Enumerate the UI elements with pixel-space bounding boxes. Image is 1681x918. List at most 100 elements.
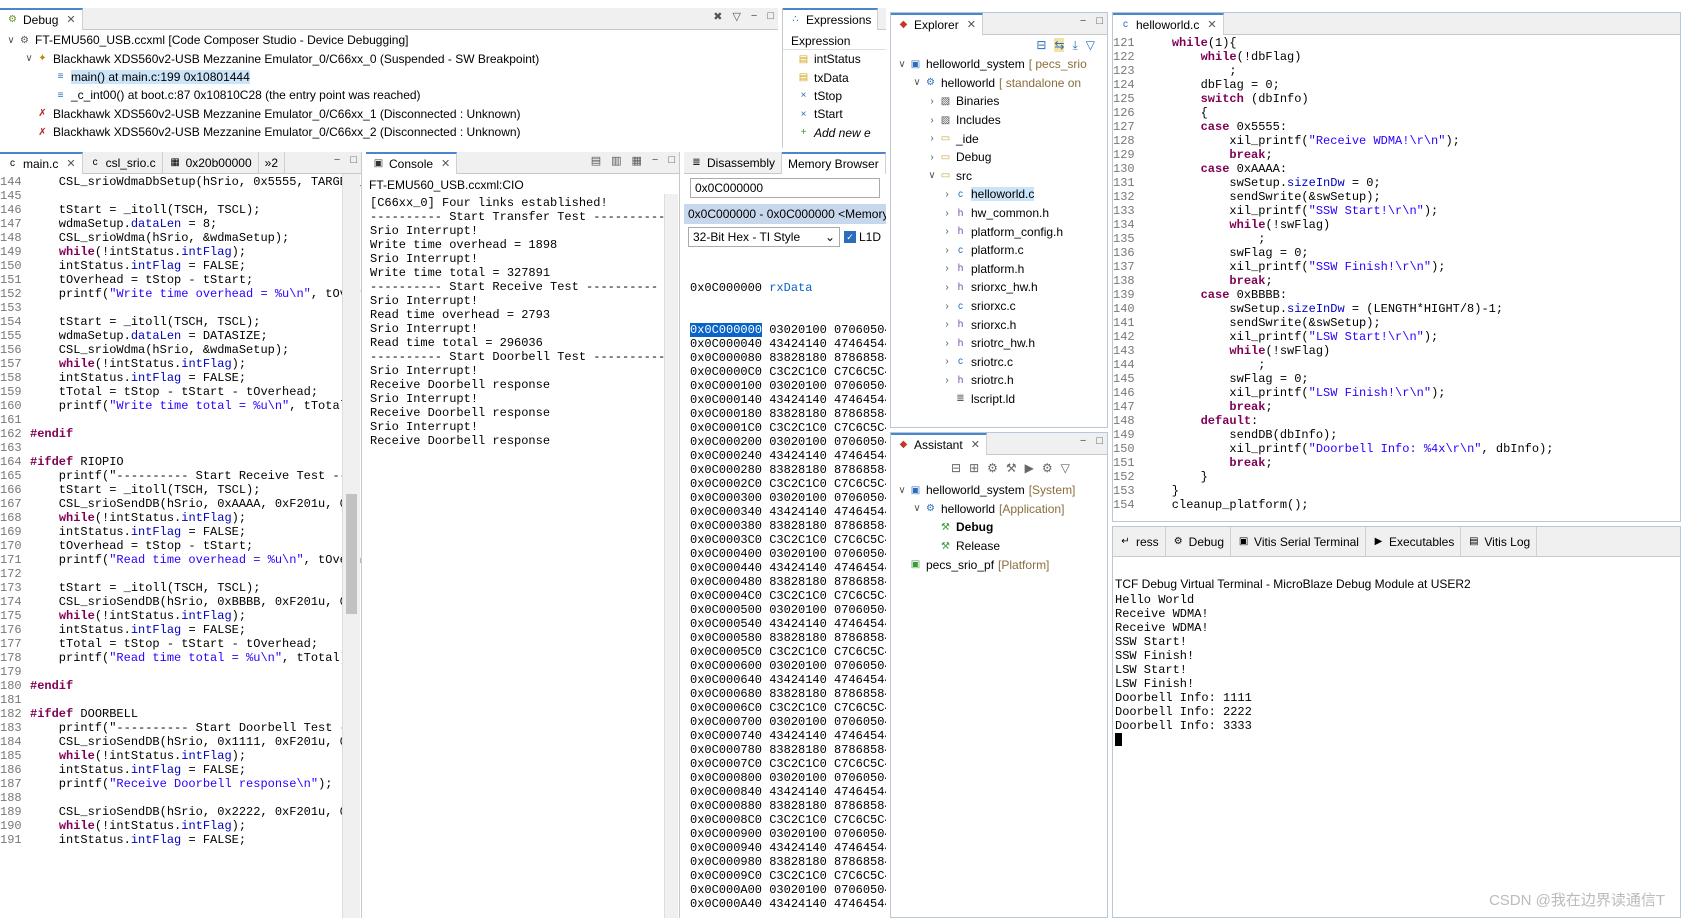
tree-item[interactable]: ∨ ▣ helloworld_system[ pecs_srio xyxy=(891,55,1107,74)
code-line[interactable]: 121 while(1){ xyxy=(1113,36,1680,50)
tree-item[interactable]: › h platform_config.h xyxy=(891,222,1107,241)
memory-row[interactable]: 0x0C000840 43424140 47464544 xyxy=(690,785,886,799)
code-line[interactable]: 156 CSL_srioWdma(hSrio, &wdmaSetup); xyxy=(0,343,361,357)
tree-item[interactable]: › h sriorxc_hw.h xyxy=(891,278,1107,297)
code-line[interactable]: 142 xil_printf("LSW Start!\r\n"); xyxy=(1113,330,1680,344)
code-line[interactable]: 138 break; xyxy=(1113,274,1680,288)
tree-item[interactable]: ∨ ▭ src xyxy=(891,167,1107,186)
chevron-right-icon[interactable]: › xyxy=(940,189,954,200)
editor-tab[interactable]: c csl_srio.c xyxy=(83,152,163,174)
terminal-tab[interactable]: ⚙ Debug xyxy=(1166,527,1232,557)
memory-row[interactable]: 0x0C000600 03020100 07060504 xyxy=(690,659,886,673)
code-line[interactable]: 151 break; xyxy=(1113,456,1680,470)
code-line[interactable]: 146 xil_printf("LSW Finish!\r\n"); xyxy=(1113,386,1680,400)
code-line[interactable]: 188 xyxy=(0,791,361,805)
code-line[interactable]: 150 xil_printf("Doorbell Info: %4x\r\n",… xyxy=(1113,442,1680,456)
code-line[interactable]: 161 xyxy=(0,413,361,427)
expand-icon[interactable]: ⊞ xyxy=(969,461,979,475)
editor-tab[interactable]: c main.c ✕ xyxy=(0,152,83,174)
chevron-right-icon[interactable]: › xyxy=(940,356,954,367)
disconnect-icon[interactable]: ✖ xyxy=(713,10,722,23)
close-icon[interactable]: ✕ xyxy=(967,18,976,31)
tab-explorer[interactable]: ◆ Explorer ✕ xyxy=(891,13,983,35)
code-line[interactable]: 178 printf("Read time total = %u\n", tTo… xyxy=(0,651,361,665)
memory-row[interactable]: 0x0C000700 03020100 07060504 xyxy=(690,715,886,729)
memory-row[interactable]: 0x0C0002C0 C3C2C1C0 C7C6C5C4 xyxy=(690,477,886,491)
l1d-checkbox[interactable]: ✓ L1D xyxy=(844,230,881,244)
code-line[interactable]: 179 xyxy=(0,665,361,679)
run-icon[interactable]: ▶ xyxy=(1025,461,1034,475)
memory-row[interactable]: 0x0C000000 03020100 07060504 xyxy=(690,323,886,337)
code-line[interactable]: 163 xyxy=(0,441,361,455)
code-line[interactable]: 167 CSL_srioSendDB(hSrio, 0xAAAA, 0xF201… xyxy=(0,497,361,511)
memory-row[interactable]: 0x0C000540 43424140 47464544 xyxy=(690,617,886,631)
memory-row[interactable]: 0x0C000380 83828180 87868584 xyxy=(690,519,886,533)
tree-item[interactable]: ▣ pecs_srio_pf [Platform] xyxy=(891,555,1107,574)
code-line[interactable]: 154 tStart = _itoll(TSCH, TSCL); xyxy=(0,315,361,329)
scroll-thumb[interactable] xyxy=(346,494,357,614)
maximize-icon[interactable]: □ xyxy=(668,154,675,167)
chevron-right-icon[interactable]: › xyxy=(940,282,954,293)
chevron-right-icon[interactable]: › xyxy=(940,375,954,386)
code-line[interactable]: 147 wdmaSetup.dataLen = 8; xyxy=(0,217,361,231)
editor-tab[interactable]: »2 xyxy=(259,152,286,174)
tree-item[interactable]: ∨ ✦ Blackhawk XDS560v2-USB Mezzanine Emula… xyxy=(0,49,778,67)
view-menu-icon[interactable]: ▽ xyxy=(1086,38,1095,52)
memory-row[interactable]: 0x0C0004C0 C3C2C1C0 C7C6C5C4 xyxy=(690,589,886,603)
code-line[interactable]: 177 tTotal = tStop - tStart - tOverhead; xyxy=(0,637,361,651)
code-line[interactable]: 147 break; xyxy=(1113,400,1680,414)
code-line[interactable]: 146 tStart = _itoll(TSCH, TSCL); xyxy=(0,203,361,217)
code-line[interactable]: 150 intStatus.intFlag = FALSE; xyxy=(0,259,361,273)
maximize-icon[interactable]: □ xyxy=(1096,435,1103,447)
code-line[interactable]: 129 break; xyxy=(1113,148,1680,162)
editor-scrollbar[interactable] xyxy=(342,174,360,918)
tree-item[interactable]: ≡ _c_int00() at boot.c:87 0x10810C28 (the… xyxy=(0,86,778,104)
tree-item[interactable]: › ▨ Includes xyxy=(891,111,1107,130)
chevron-down-icon[interactable]: ∨ xyxy=(925,170,939,181)
code-line[interactable]: 190 while(!intStatus.intFlag); xyxy=(0,819,361,833)
close-icon[interactable]: ✕ xyxy=(66,13,75,26)
code-line[interactable]: 133 xil_printf("SSW Start!\r\n"); xyxy=(1113,204,1680,218)
code-line[interactable]: 162 #endif xyxy=(0,427,361,441)
code-line[interactable]: 127 case 0x5555: xyxy=(1113,120,1680,134)
code-line[interactable]: 139 case 0xBBBB: xyxy=(1113,288,1680,302)
memory-row[interactable]: 0x0C0007C0 C3C2C1C0 C7C6C5C4 xyxy=(690,757,886,771)
code-line[interactable]: 184 CSL_srioSendDB(hSrio, 0x1111, 0xF201… xyxy=(0,735,361,749)
tree-item[interactable]: ∨ ▣ helloworld_system [System] xyxy=(891,481,1107,500)
chevron-right-icon[interactable]: › xyxy=(940,226,954,237)
tree-item[interactable]: › c sriotrc.c xyxy=(891,353,1107,372)
code-line[interactable]: 182 #ifdef DOORBELL xyxy=(0,707,361,721)
tab-assistant[interactable]: ◆ Assistant ✕ xyxy=(891,433,987,455)
chevron-right-icon[interactable]: › xyxy=(925,152,939,163)
code-line[interactable]: 149 sendDB(dbInfo); xyxy=(1113,428,1680,442)
tree-item[interactable]: ∨ ⚙ helloworld [Application] xyxy=(891,500,1107,519)
memory-row[interactable]: 0x0C000740 43424140 47464544 xyxy=(690,729,886,743)
terminal-tab[interactable]: ▤ Vitis Log xyxy=(1461,527,1538,557)
terminal-tab[interactable]: ▶ Executables xyxy=(1366,527,1462,557)
memory-row[interactable]: 0x0C000140 43424140 47464544 xyxy=(690,393,886,407)
tree-item[interactable]: › c helloworld.c xyxy=(891,185,1107,204)
code-line[interactable]: 128 xil_printf("Receive WDMA!\r\n"); xyxy=(1113,134,1680,148)
code-line[interactable]: 153 } xyxy=(1113,484,1680,498)
code-line[interactable]: 144 ; xyxy=(1113,358,1680,372)
filter-icon[interactable]: ⤓ xyxy=(1072,38,1077,53)
maximize-icon[interactable]: □ xyxy=(767,10,774,23)
terminal-tab[interactable]: ↵ ress xyxy=(1113,527,1166,557)
tree-item[interactable]: › h platform.h xyxy=(891,260,1107,279)
link-editor-icon[interactable]: ⇆ xyxy=(1054,38,1065,52)
code-line[interactable]: 144 CSL_srioWdmaDbSetup(hSrio, 0x5555, T… xyxy=(0,175,361,189)
minimize-icon[interactable]: − xyxy=(1080,15,1086,27)
code-line[interactable]: 123 ; xyxy=(1113,64,1680,78)
editor-tab[interactable]: ▦ 0x20b00000 xyxy=(163,152,259,174)
build-icon[interactable]: ⚒ xyxy=(1006,461,1017,475)
code-line[interactable]: 181 xyxy=(0,693,361,707)
minimize-icon[interactable]: − xyxy=(751,10,757,23)
code-line[interactable]: 122 while(!dbFlag) xyxy=(1113,50,1680,64)
view-menu-icon[interactable]: ▽ xyxy=(732,10,740,23)
code-line[interactable]: 191 intStatus.intFlag = FALSE; xyxy=(0,833,361,847)
code-line[interactable]: 132 sendSwrite(&swSetup); xyxy=(1113,190,1680,204)
format-select[interactable]: 32-Bit Hex - TI Style ⌄ xyxy=(688,227,840,247)
memory-row[interactable]: 0x0C000780 83828180 87868584 xyxy=(690,743,886,757)
close-icon[interactable]: ✕ xyxy=(441,157,450,170)
minimize-icon[interactable]: − xyxy=(1080,435,1086,447)
